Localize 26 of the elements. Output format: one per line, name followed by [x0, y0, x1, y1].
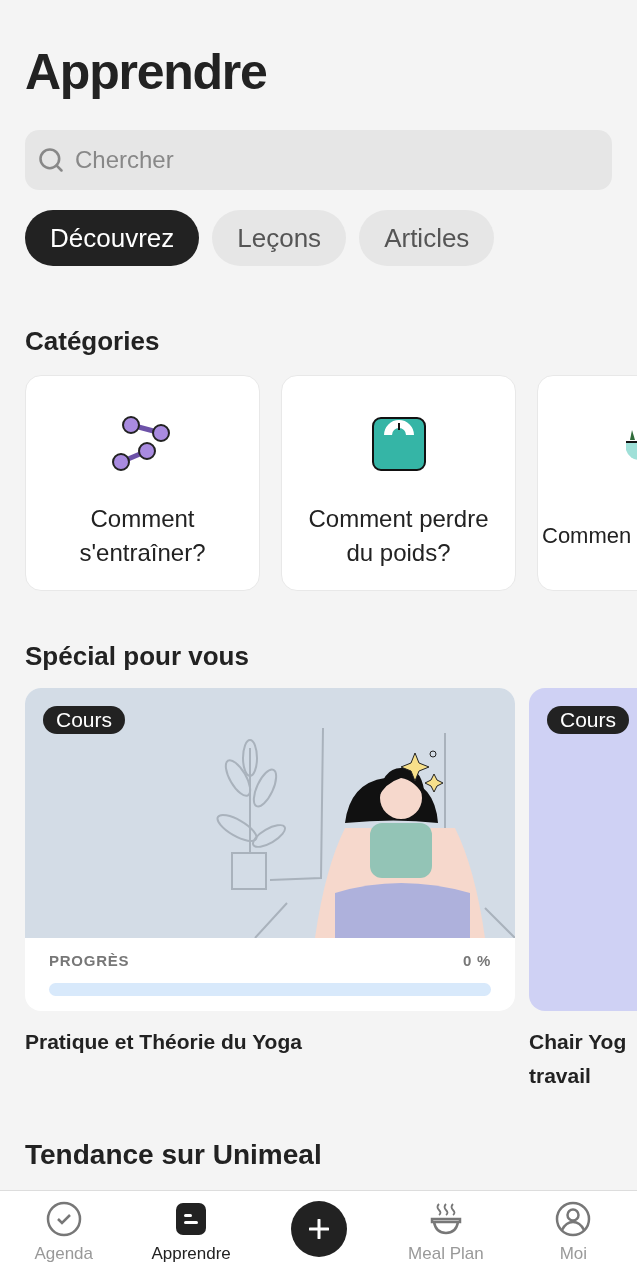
progress-label: PROGRÈS — [49, 951, 130, 971]
nav-tab[interactable]: Apprendre — [127, 1191, 255, 1267]
filter-tab[interactable]: Leçons — [212, 210, 347, 266]
course-card[interactable]: Cours — [529, 688, 637, 1011]
search-field[interactable]: Chercher — [25, 130, 612, 190]
category-card[interactable]: Commen — [537, 375, 637, 591]
progress-value: 0 % — [462, 951, 491, 971]
category-card[interactable]: Comment perdre du poids? — [281, 375, 516, 591]
course-card[interactable]: PROGRÈS 0 % Cours — [25, 688, 515, 1011]
category-label: Commen — [542, 522, 632, 550]
course-title: Pratique et Théorie du Yoga — [25, 1029, 303, 1055]
category-label: du poids? — [346, 538, 451, 568]
page-title: Apprendre — [24, 43, 268, 102]
course-badge: Cours — [43, 706, 126, 734]
filter-tab[interactable]: Articles — [359, 210, 495, 266]
category-card[interactable]: Comment s'entraîner? — [25, 375, 260, 591]
filter-tab[interactable]: Découvrez — [25, 210, 200, 266]
category-label: Comment — [90, 504, 195, 534]
section-heading: Catégories — [24, 325, 161, 358]
section-heading: Spécial pour vous — [24, 640, 250, 673]
course-badge: Cours — [547, 706, 630, 734]
course-title: Chair Yog — [529, 1029, 628, 1055]
category-label: s'entraîner? — [79, 538, 206, 568]
category-label: Comment perdre — [308, 504, 489, 534]
course-title: travail — [529, 1063, 592, 1089]
section-heading: Tendance sur Unimeal — [24, 1138, 323, 1172]
